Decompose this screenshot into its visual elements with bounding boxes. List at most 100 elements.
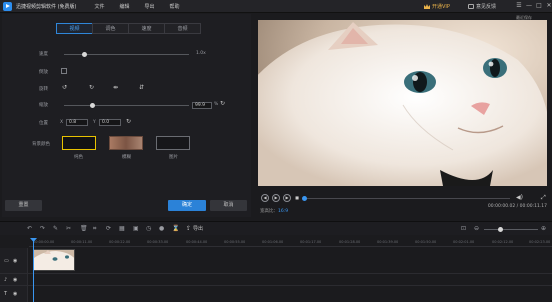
background-label: 背景颜色 [32,142,50,147]
fullscreen-icon[interactable]: ⤢ [541,195,546,201]
rotate-label: 旋转 [39,87,48,92]
timeline-video-clip[interactable] [33,249,75,271]
ruler-tick: 00:00:55.00 [224,240,246,244]
duration-icon[interactable]: ⌛ [172,225,179,232]
playback-progress-track[interactable] [304,198,510,199]
background-blur-swatch[interactable] [109,136,143,150]
tab-speed[interactable]: 速度 [128,23,165,34]
feedback-label: 意见反馈 [476,4,497,10]
cancel-button[interactable]: 取消 [210,200,247,211]
play-button[interactable]: ▶ [272,194,280,202]
timeline-playhead[interactable] [33,240,34,302]
split-icon[interactable]: ✂ [66,225,71,232]
export-icon: ⇪ [186,225,192,232]
position-x-label: X [60,120,64,125]
fit-timeline-icon[interactable]: ⊡ [461,225,466,232]
edit-panel: 视频 调色 速度 音频 速度 1.0x 倒放 旋转 ↺ ↻ ⇹ ⇵ 缩放 99.… [2,14,251,217]
tab-audio[interactable]: 音频 [164,23,201,34]
menu-export[interactable]: 导出 [145,3,155,10]
app-title: 迅捷视频剪辑软件 (免费版) [16,3,77,10]
speed-label: 速度 [39,52,48,57]
zoom-out-icon[interactable]: ⊖ [474,225,479,232]
menu-edit[interactable]: 编辑 [120,3,130,10]
next-frame-button[interactable]: ▶ [283,194,291,202]
position-x-input[interactable]: 0.8 [66,119,88,126]
reverse-label: 倒放 [39,70,48,75]
position-y-input[interactable]: 0.0 [99,119,121,126]
timeline-ruler[interactable]: 00:00:00.00 00:00:11.00 00:00:22.00 00:0… [29,238,552,247]
zoom-slider-handle[interactable] [498,227,503,232]
flip-horizontal-icon[interactable]: ⇹ [113,85,118,91]
rotate-icon[interactable]: ⟳ [106,225,111,232]
close-icon[interactable]: ✕ [545,2,552,10]
menu-file[interactable]: 文件 [95,3,105,10]
background-solid-swatch[interactable] [62,136,96,150]
music-icon: ♪ [4,277,8,283]
record-icon[interactable]: ● [159,225,164,232]
minimize-icon[interactable]: — [525,2,533,10]
app-logo-icon [3,1,12,11]
tab-video[interactable]: 视频 [56,23,93,34]
mosaic-icon[interactable]: ▦ [119,225,125,232]
ruler-tick: 00:00:33.00 [147,240,169,244]
speed-icon[interactable]: ◷ [146,225,151,232]
lock-icon[interactable]: ◉ [13,291,17,297]
zoom-slider-track[interactable] [484,229,538,230]
window-controls: ☰ — □ ✕ [515,2,552,10]
ruler-tick: 00:01:50.00 [415,240,437,244]
export-label: 导出 [193,226,204,232]
delete-icon[interactable]: 🗑 [80,225,88,232]
reset-position-icon[interactable]: ↻ [126,119,131,125]
scale-slider-handle[interactable] [90,103,95,108]
redo-icon[interactable]: ↷ [40,225,45,232]
text-track[interactable]: T ◉ [0,286,552,302]
video-track[interactable]: ▭ ◉ [0,248,552,274]
vip-button[interactable]: 开通VIP [424,3,450,10]
stop-button[interactable]: ■ [293,194,301,202]
scale-input[interactable]: 99.9 [192,102,212,109]
speed-slider-handle[interactable] [82,52,87,57]
background-image-swatch[interactable] [156,136,190,150]
background-solid-label: 纯色 [74,155,83,160]
scale-slider-track[interactable] [64,105,189,106]
background-blur-label: 模糊 [122,155,131,160]
rotate-right-icon[interactable]: ↻ [89,85,94,91]
scale-unit: % [214,102,219,107]
crown-icon [424,4,430,9]
volume-icon[interactable]: ◀) [516,195,523,201]
edit-icon[interactable]: ✎ [53,225,58,232]
flip-vertical-icon[interactable]: ⇵ [139,85,144,91]
menu-help[interactable]: 帮助 [170,3,180,10]
video-track-icon: ▭ [4,258,9,264]
tab-color[interactable]: 调色 [92,23,129,34]
playback-progress-handle[interactable] [302,196,307,201]
vip-label: 开通VIP [432,4,450,10]
menu-icon[interactable]: ☰ [515,2,523,10]
ruler-tick: 00:00:22.00 [109,240,131,244]
mute-icon[interactable]: ◉ [13,277,17,283]
text-track-icon: T [4,291,8,297]
export-button[interactable]: ⇪ 导出 [186,225,203,232]
previous-frame-button[interactable]: ◀ [261,194,269,202]
ruler-tick: 00:01:06.00 [262,240,284,244]
reverse-checkbox[interactable] [61,68,67,74]
background-image-label: 图片 [169,155,178,160]
crop-icon[interactable]: ⌗ [93,225,96,233]
ruler-tick: 00:01:28.00 [339,240,361,244]
reset-button[interactable]: 重置 [5,200,42,211]
freeze-icon[interactable]: ▣ [133,225,139,232]
edit-tabs: 视频 调色 速度 音频 [56,23,201,34]
undo-icon[interactable]: ↶ [27,225,32,232]
reset-scale-icon[interactable]: ↻ [220,101,225,107]
zoom-in-icon[interactable]: ⊕ [541,225,546,232]
ruler-tick: 00:02:23.00 [529,240,551,244]
aspect-ratio[interactable]: 宽高比：16:9 [260,208,288,214]
rotate-left-icon[interactable]: ↺ [62,85,67,91]
eye-icon[interactable]: ◉ [13,258,17,264]
timeline-toolbar: ↶ ↷ ✎ ✂ 🗑 ⌗ ⟳ ▦ ▣ ◷ ● ⌛ ⇪ 导出 ⊡ ⊖ ⊕ [0,221,552,235]
feedback-button[interactable]: 意见反馈 [468,3,496,10]
audio-track[interactable]: ♪ ◉ [0,274,552,286]
maximize-icon[interactable]: □ [535,2,543,10]
ruler-tick: 00:02:01.00 [453,240,475,244]
confirm-button[interactable]: 确定 [168,200,206,211]
